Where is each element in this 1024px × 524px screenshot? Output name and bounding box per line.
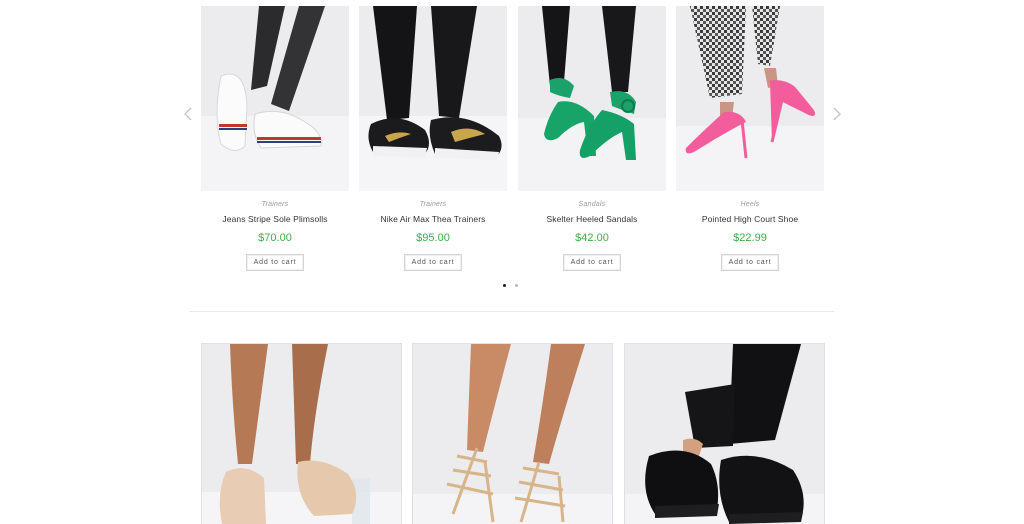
product-image[interactable] [359,6,507,191]
promo-image [202,344,401,524]
carousel-dot[interactable] [515,284,518,287]
promo-image [625,344,824,524]
product-price: $70.00 [258,232,292,244]
carousel-prev-button[interactable] [181,104,195,124]
product-price: $42.00 [575,232,609,244]
product-carousel: Trainers Jeans Stripe Sole Plimsolls $70… [0,0,1024,300]
chevron-left-icon [184,107,192,121]
promo-tile[interactable] [412,343,613,524]
product-image[interactable] [201,6,349,191]
add-to-cart-button[interactable]: Add to cart [403,254,463,271]
product-card: Sandals Skelter Heeled Sandals $42.00 Ad… [518,6,666,271]
product-name[interactable]: Nike Air Max Thea Trainers [359,214,507,224]
product-category[interactable]: Trainers [359,201,507,208]
add-to-cart-button[interactable]: Add to cart [720,254,780,271]
product-card: Trainers Nike Air Max Thea Trainers $95.… [359,6,507,271]
section-divider [189,311,834,312]
promo-image [413,344,612,524]
add-to-cart-button[interactable]: Add to cart [562,254,622,271]
product-price: $95.00 [416,232,450,244]
product-category[interactable]: Trainers [201,201,349,208]
carousel-dot[interactable] [503,284,506,287]
product-name[interactable]: Skelter Heeled Sandals [518,214,666,224]
product-card: Trainers Jeans Stripe Sole Plimsolls $70… [201,6,349,271]
add-to-cart-button[interactable]: Add to cart [245,254,305,271]
product-price: $22.99 [733,232,767,244]
chevron-right-icon [833,107,841,121]
carousel-pagination [503,284,518,287]
product-name[interactable]: Pointed High Court Shoe [676,214,824,224]
promo-tile[interactable] [624,343,825,524]
product-category[interactable]: Sandals [518,201,666,208]
carousel-next-button[interactable] [830,104,844,124]
promo-tile[interactable] [201,343,402,524]
product-name[interactable]: Jeans Stripe Sole Plimsolls [201,214,349,224]
product-image[interactable] [676,6,824,191]
product-category[interactable]: Heels [676,201,824,208]
product-image[interactable] [518,6,666,191]
product-card: Heels Pointed High Court Shoe $22.99 Add… [676,6,824,271]
